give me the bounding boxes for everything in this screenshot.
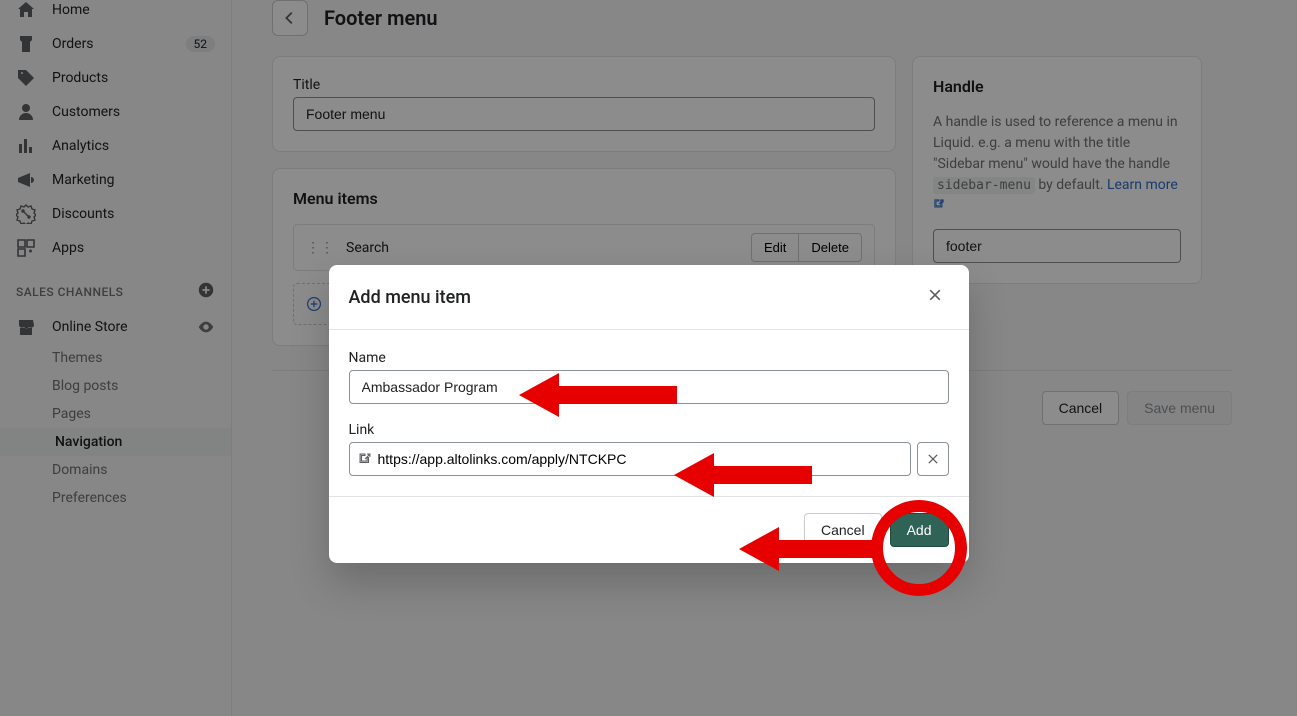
close-icon	[927, 287, 943, 303]
close-icon	[926, 452, 940, 466]
modal-cancel-button[interactable]: Cancel	[804, 513, 882, 547]
modal-title: Add menu item	[349, 287, 471, 308]
close-modal-button[interactable]	[921, 283, 949, 311]
name-label: Name	[349, 350, 949, 366]
add-menu-item-modal: Add menu item Name Link	[329, 265, 969, 563]
annotation-circle-add	[871, 500, 967, 596]
name-input[interactable]	[349, 370, 949, 404]
modal-overlay: Add menu item Name Link	[0, 0, 1297, 716]
link-label: Link	[349, 422, 949, 438]
external-link-icon	[358, 452, 372, 466]
clear-link-button[interactable]	[917, 442, 949, 476]
link-input[interactable]	[372, 443, 902, 475]
